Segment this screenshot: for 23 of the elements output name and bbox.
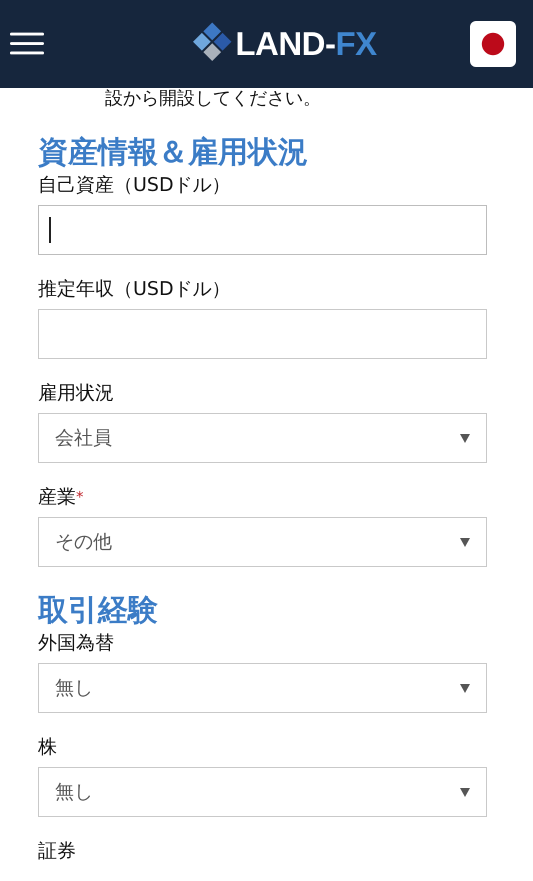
language-button[interactable] (470, 21, 516, 67)
field-label: 自己資産（USDドル） (38, 173, 232, 197)
caret-icon (460, 537, 470, 547)
field-label: 証券 (38, 839, 77, 863)
logo-text: LAND-FX (235, 25, 377, 63)
field-label: 産業* (38, 485, 84, 509)
intro-text: 設から開設してください。 (104, 89, 322, 109)
dropdown[interactable]: 無し (38, 767, 487, 817)
field-label: 外国為替 (38, 631, 115, 655)
field-label: 株 (38, 735, 58, 759)
caret-icon (460, 787, 470, 797)
input-field[interactable] (38, 309, 487, 359)
input-field[interactable] (38, 205, 487, 255)
field-label: 雇用状況 (38, 381, 115, 405)
menu-icon[interactable] (10, 31, 44, 57)
section-heading: 資産情報＆雇用状況 (38, 135, 309, 171)
caret-icon (460, 433, 470, 443)
field-label: 推定年収（USDドル） (38, 277, 232, 301)
dropdown[interactable]: その他 (38, 517, 487, 567)
caret-icon (460, 683, 470, 693)
dropdown[interactable]: 無し (38, 663, 487, 713)
section-heading: 取引経験 (38, 593, 159, 629)
dropdown[interactable]: 会社員 (38, 413, 487, 463)
